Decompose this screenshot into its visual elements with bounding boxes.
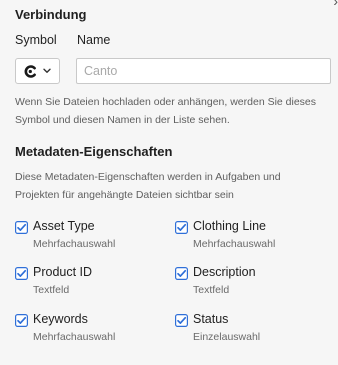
name-label: Name	[77, 33, 111, 47]
checkbox-product-id[interactable]	[15, 267, 29, 281]
connection-settings-panel: › Verbindung Symbol Name Wenn Sie Dateie…	[0, 0, 338, 365]
property-item-status: Status Einzelauswahl	[175, 312, 325, 348]
property-type: Mehrfachauswahl	[193, 238, 276, 250]
property-name: Status	[193, 312, 229, 326]
property-name: Description	[193, 265, 256, 279]
symbol-label: Symbol	[15, 33, 57, 47]
name-input[interactable]	[76, 58, 331, 84]
checkbox-asset-type[interactable]	[15, 221, 29, 235]
c-logo-icon	[24, 64, 37, 78]
property-item-keywords: Keywords Mehrfachauswahl	[15, 312, 165, 348]
property-item-clothing-line: Clothing Line Mehrfachauswahl	[175, 219, 325, 255]
property-type: Einzelauswahl	[193, 331, 261, 343]
property-item-description: Description Textfeld	[175, 265, 325, 301]
chevron-down-icon	[43, 68, 51, 74]
property-type: Textfeld	[193, 284, 230, 296]
checkbox-keywords[interactable]	[15, 314, 29, 328]
property-name: Product ID	[33, 265, 93, 279]
property-type: Textfeld	[33, 284, 70, 296]
checkbox-clothing-line[interactable]	[175, 221, 189, 235]
property-type: Mehrfachauswahl	[33, 331, 116, 343]
chevron-right-icon[interactable]: ›	[333, 0, 338, 8]
checkbox-status[interactable]	[175, 314, 189, 328]
property-name: Asset Type	[33, 219, 95, 233]
property-item-asset-type: Asset Type Mehrfachauswahl	[15, 219, 165, 255]
property-name: Clothing Line	[193, 219, 266, 233]
section-title-verbindung: Verbindung	[15, 7, 87, 22]
section-title-metadata: Metadaten-Eigenschaften	[15, 144, 173, 159]
property-item-product-id: Product ID Textfeld	[15, 265, 165, 301]
metadata-help-text: Diese Metadaten-Eigenschaften werden in …	[15, 171, 281, 201]
property-type: Mehrfachauswahl	[33, 238, 116, 250]
connection-help-text: Wenn Sie Dateien hochladen oder anhängen…	[15, 96, 317, 126]
property-name: Keywords	[33, 312, 88, 326]
symbol-dropdown[interactable]	[15, 58, 60, 84]
checkbox-description[interactable]	[175, 267, 189, 281]
